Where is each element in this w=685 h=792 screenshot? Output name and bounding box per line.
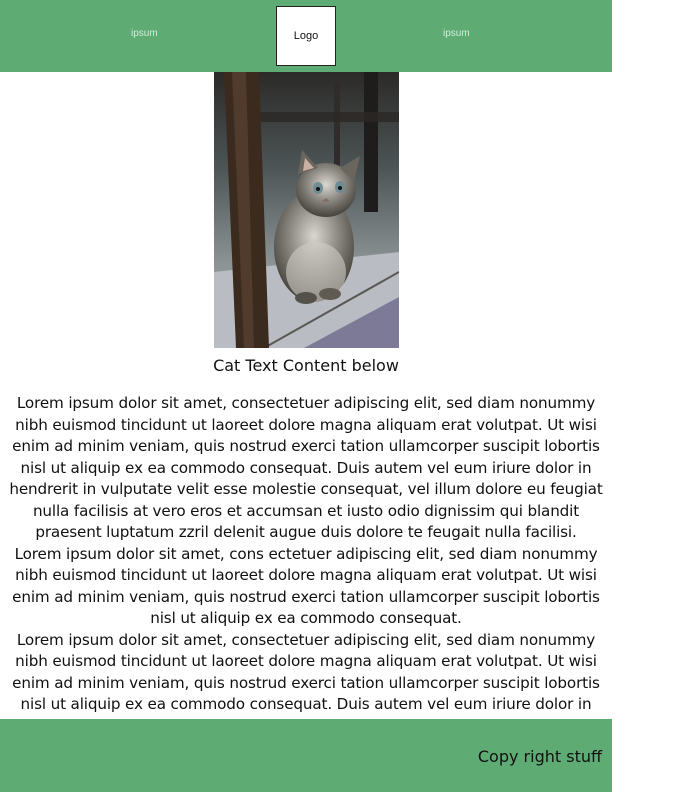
site-footer: Copy right stuff [0, 719, 612, 792]
copyright-text: Copy right stuff [477, 747, 602, 766]
hero-image [214, 72, 399, 348]
nav-link-left[interactable]: ipsum [131, 28, 158, 39]
kitten-photo [214, 72, 399, 348]
nav-link-right[interactable]: ipsum [443, 28, 470, 39]
site-header: ipsum Logo ipsum [0, 0, 612, 72]
logo[interactable]: Logo [276, 6, 336, 66]
image-caption: Cat Text Content below [213, 356, 399, 375]
paragraph-1: Lorem ipsum dolor sit amet, consectetuer… [9, 394, 603, 541]
paragraph-3: Lorem ipsum dolor sit amet, consectetuer… [9, 630, 602, 720]
body-text: Lorem ipsum dolor sit amet, consectetuer… [0, 393, 612, 719]
paragraph-2: Lorem ipsum dolor sit amet, cons ectetue… [12, 544, 600, 628]
